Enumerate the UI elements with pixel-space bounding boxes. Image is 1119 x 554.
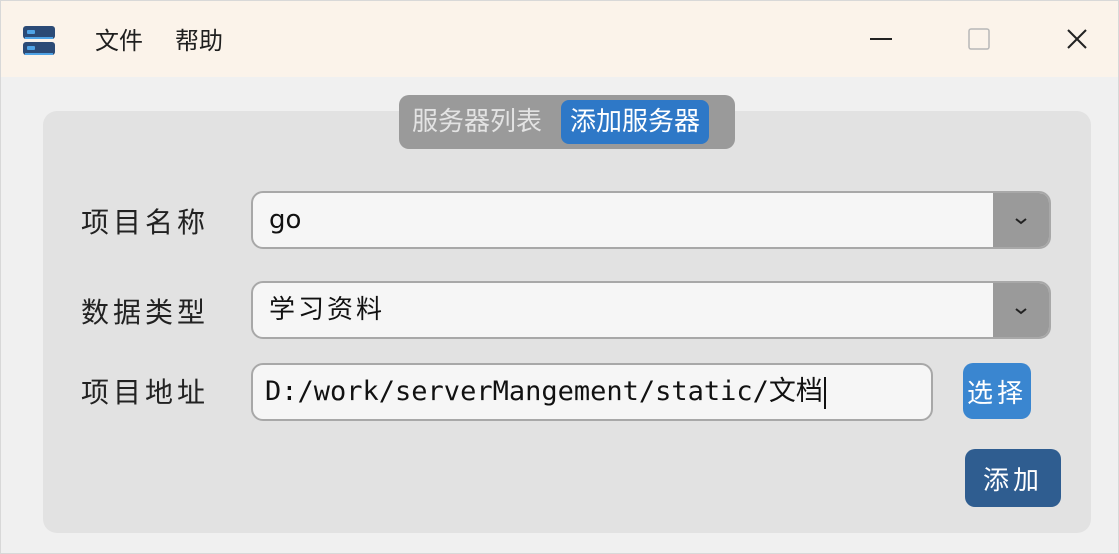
title-bar[interactable]: 文件 帮助 bbox=[1, 1, 1118, 77]
add-button[interactable]: 添加 bbox=[965, 449, 1061, 507]
menu-help[interactable]: 帮助 bbox=[175, 25, 223, 57]
project-name-label: 项目名称 bbox=[81, 206, 210, 239]
data-type-dropdown-button[interactable] bbox=[993, 283, 1049, 337]
data-type-label: 数据类型 bbox=[81, 296, 210, 329]
tab-server-list[interactable]: 服务器列表 bbox=[403, 100, 551, 144]
select-button[interactable]: 选择 bbox=[963, 363, 1031, 419]
text-caret bbox=[823, 376, 826, 409]
app-window: 文件 帮助 服务器列表 添加服务器 项目名称 go 数据类型 学习资料 项目地址… bbox=[0, 0, 1119, 554]
chevron-down-icon bbox=[1014, 211, 1028, 230]
menu-file[interactable]: 文件 bbox=[95, 25, 143, 57]
close-button[interactable] bbox=[1057, 21, 1097, 61]
project-path-value: D:/work/serverMangement/static/文档 bbox=[265, 376, 823, 407]
data-type-value: 学习资料 bbox=[269, 295, 386, 325]
data-type-select[interactable]: 学习资料 bbox=[251, 281, 1051, 339]
server-icon bbox=[21, 25, 57, 57]
minimize-button[interactable] bbox=[861, 21, 901, 61]
minimize-icon bbox=[868, 26, 894, 56]
tab-bar: 服务器列表 添加服务器 bbox=[399, 95, 735, 149]
tab-add-server[interactable]: 添加服务器 bbox=[561, 100, 710, 144]
maximize-icon bbox=[967, 27, 991, 55]
chevron-down-icon bbox=[1014, 301, 1028, 320]
close-icon bbox=[1065, 27, 1089, 55]
project-path-input[interactable]: D:/work/serverMangement/static/文档 bbox=[251, 363, 933, 421]
project-name-value: go bbox=[269, 205, 302, 235]
maximize-button[interactable] bbox=[959, 21, 999, 61]
project-name-select[interactable]: go bbox=[251, 191, 1051, 249]
project-name-dropdown-button[interactable] bbox=[993, 193, 1049, 247]
project-path-label: 项目地址 bbox=[81, 376, 210, 409]
